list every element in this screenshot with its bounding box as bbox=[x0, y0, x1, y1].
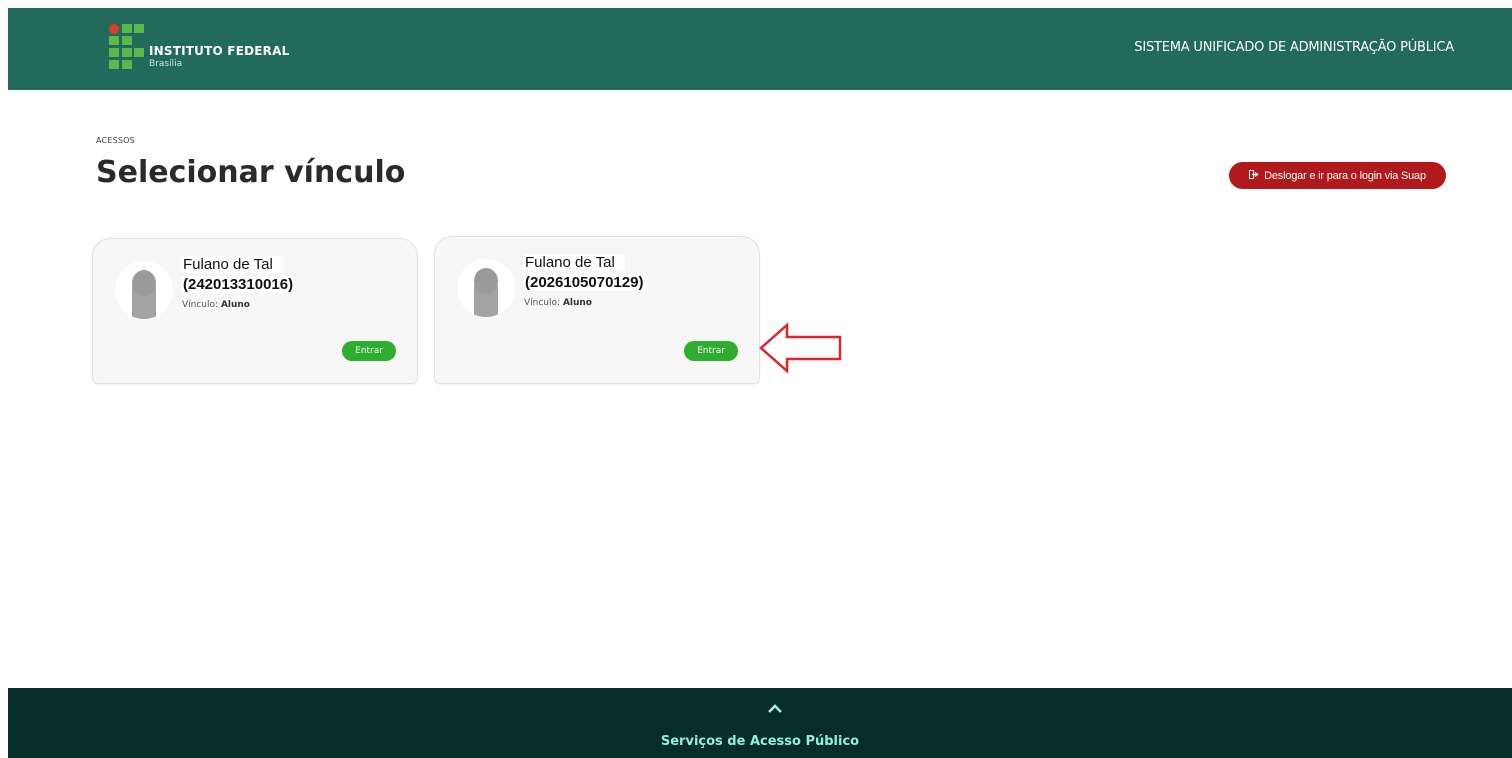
footer-public-services-link[interactable]: Serviços de Acesso Público bbox=[8, 734, 1512, 749]
system-title: SISTEMA UNIFICADO DE ADMINISTRAÇÃO PÚBLI… bbox=[1134, 40, 1454, 55]
enter-button[interactable]: Entrar bbox=[684, 341, 738, 361]
enter-button[interactable]: Entrar bbox=[342, 341, 396, 361]
link-card-2: Fulano de Tal (2026105070129) Vínculo: A… bbox=[434, 236, 760, 384]
card-name: Fulano de Tal bbox=[181, 256, 283, 273]
breadcrumb: ACESSOS bbox=[96, 136, 135, 145]
card-name: Fulano de Tal bbox=[523, 254, 625, 271]
card-link-type-value: Aluno bbox=[562, 298, 592, 308]
annotation-arrow-icon bbox=[758, 322, 844, 378]
card-link-type: Vínculo: Aluno bbox=[524, 298, 592, 308]
logo-subtitle: Brasília bbox=[149, 59, 183, 69]
logout-icon bbox=[1249, 169, 1259, 182]
institute-logo[interactable]: INSTITUTO FEDERAL Brasília bbox=[109, 24, 309, 76]
avatar-placeholder-icon bbox=[115, 261, 173, 319]
avatar-placeholder-icon bbox=[457, 259, 515, 317]
card-link-type-label: Vínculo: bbox=[524, 298, 561, 308]
top-header: INSTITUTO FEDERAL Brasília SISTEMA UNIFI… bbox=[8, 8, 1512, 90]
chevron-up-icon[interactable] bbox=[766, 700, 784, 714]
footer: Serviços de Acesso Público bbox=[8, 688, 1512, 758]
card-link-type: Vínculo: Aluno bbox=[182, 300, 250, 310]
page-title: Selecionar vínculo bbox=[96, 155, 406, 190]
card-enrollment-id: (2026105070129) bbox=[523, 274, 646, 291]
link-card-1: Fulano de Tal (242013310016) Vínculo: Al… bbox=[92, 238, 418, 384]
logo-title: INSTITUTO FEDERAL bbox=[149, 44, 290, 58]
card-enrollment-id: (242013310016) bbox=[181, 276, 296, 293]
logout-button-label: Deslogar e ir para o login via Suap bbox=[1264, 169, 1426, 182]
logo-icon bbox=[109, 24, 145, 70]
logout-button[interactable]: Deslogar e ir para o login via Suap bbox=[1229, 162, 1446, 189]
card-link-type-value: Aluno bbox=[220, 300, 250, 310]
card-link-type-label: Vínculo: bbox=[182, 300, 219, 310]
